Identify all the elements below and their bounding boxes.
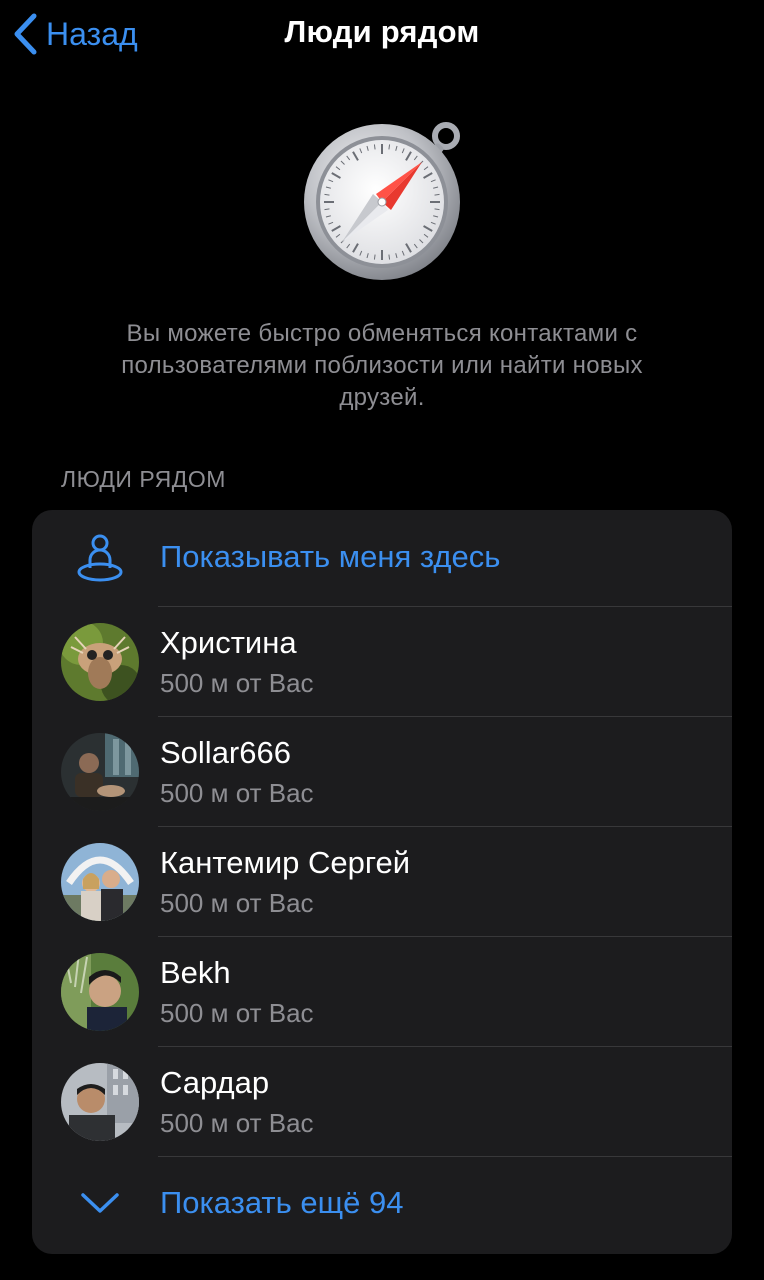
person-row[interactable]: Sollar666 500 м от Вас (32, 717, 732, 827)
avatar (61, 623, 139, 701)
person-name: Кантемир Сергей (160, 845, 411, 880)
avatar (61, 843, 139, 921)
avatar (61, 733, 139, 811)
person-row[interactable]: Сардар 500 м от Вас (32, 1047, 732, 1157)
show-more-button[interactable]: Показать ещё 94 (32, 1157, 732, 1254)
avatar (61, 953, 139, 1031)
people-list-card: Показывать меня здесь Христина 500 м от … (32, 510, 732, 1254)
navigation-bar: Назад Люди рядом (0, 0, 764, 70)
person-name: Христина (160, 625, 297, 660)
people-nearby-screen: Назад Люди рядом Вы можете быстро обменя… (0, 0, 764, 1280)
person-distance: 500 м от Вас (160, 888, 314, 918)
person-distance: 500 м от Вас (160, 778, 314, 808)
show-me-here-label: Показывать меня здесь (160, 539, 501, 574)
person-location-icon (76, 532, 124, 584)
chevron-down-icon (80, 1191, 120, 1220)
page-title: Люди рядом (284, 14, 480, 49)
person-name: Sollar666 (160, 735, 291, 770)
intro-description: Вы можете быстро обменяться контактами с… (121, 320, 643, 411)
person-distance: 500 м от Вас (160, 668, 314, 698)
compass-icon (296, 114, 472, 290)
person-row[interactable]: Bekh 500 м от Вас (32, 937, 732, 1047)
person-row[interactable]: Кантемир Сергей 500 м от Вас (32, 827, 732, 937)
person-name: Сардар (160, 1065, 270, 1100)
person-distance: 500 м от Вас (160, 1108, 314, 1138)
show-me-here-button[interactable]: Показывать меня здесь (32, 510, 732, 607)
person-distance: 500 м от Вас (160, 998, 314, 1028)
section-header: ЛЮДИ РЯДОМ (61, 466, 226, 492)
avatar (61, 1063, 139, 1141)
show-more-label: Показать ещё 94 (160, 1185, 404, 1220)
person-row[interactable]: Христина 500 м от Вас (32, 607, 732, 717)
person-name: Bekh (160, 955, 231, 990)
